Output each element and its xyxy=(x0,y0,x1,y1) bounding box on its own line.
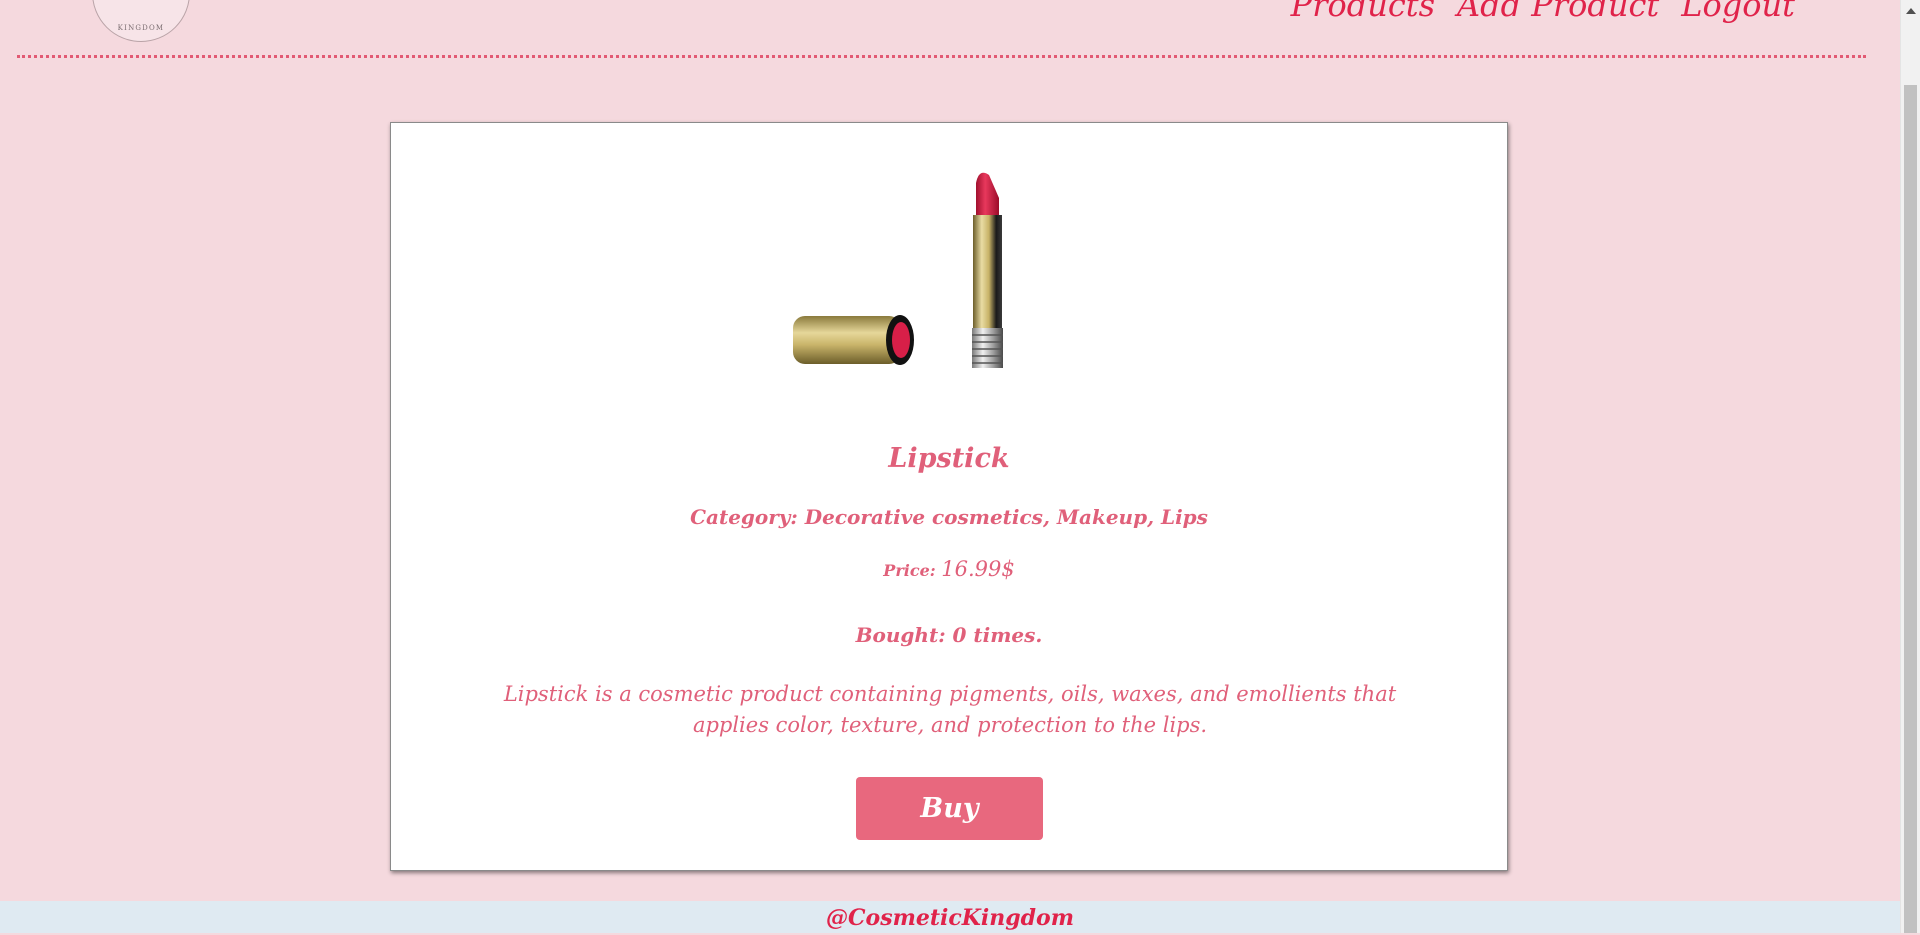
buy-button[interactable]: Buy xyxy=(856,777,1043,840)
logo-text: KINGDOM xyxy=(117,24,165,32)
scroll-up-arrow-icon[interactable] xyxy=(1906,8,1916,14)
main-nav: Products Add Product Logout xyxy=(1291,0,1795,24)
footer: @CosmeticKingdom xyxy=(0,901,1900,933)
vertical-scrollbar[interactable] xyxy=(1900,0,1920,933)
nav-products-link[interactable]: Products xyxy=(1291,0,1435,24)
bought-count: Bought: 0 times. xyxy=(855,623,1043,647)
nav-logout-link[interactable]: Logout xyxy=(1681,0,1795,24)
product-title: Lipstick xyxy=(888,443,1010,474)
product-image xyxy=(793,172,1003,368)
product-description: Lipstick is a cosmetic product containin… xyxy=(503,682,1397,737)
category-value: Decorative cosmetics, Makeup, Lips xyxy=(804,505,1208,529)
scrollbar-thumb[interactable] xyxy=(1904,85,1917,933)
product-category: Category: Decorative cosmetics, Makeup, … xyxy=(391,505,1507,529)
category-label: Category: xyxy=(690,505,798,529)
product-price: Price: 16.99$ xyxy=(391,557,1507,581)
product-details-card: Lipstick Category: Decorative cosmetics,… xyxy=(390,122,1508,871)
price-label: Price: xyxy=(883,561,936,580)
logo[interactable]: KINGDOM xyxy=(92,0,190,42)
footer-handle: @CosmeticKingdom xyxy=(826,905,1074,931)
nav-add-product-link[interactable]: Add Product xyxy=(1457,0,1659,24)
header-divider xyxy=(17,55,1866,58)
price-value: 16.99$ xyxy=(941,557,1015,581)
